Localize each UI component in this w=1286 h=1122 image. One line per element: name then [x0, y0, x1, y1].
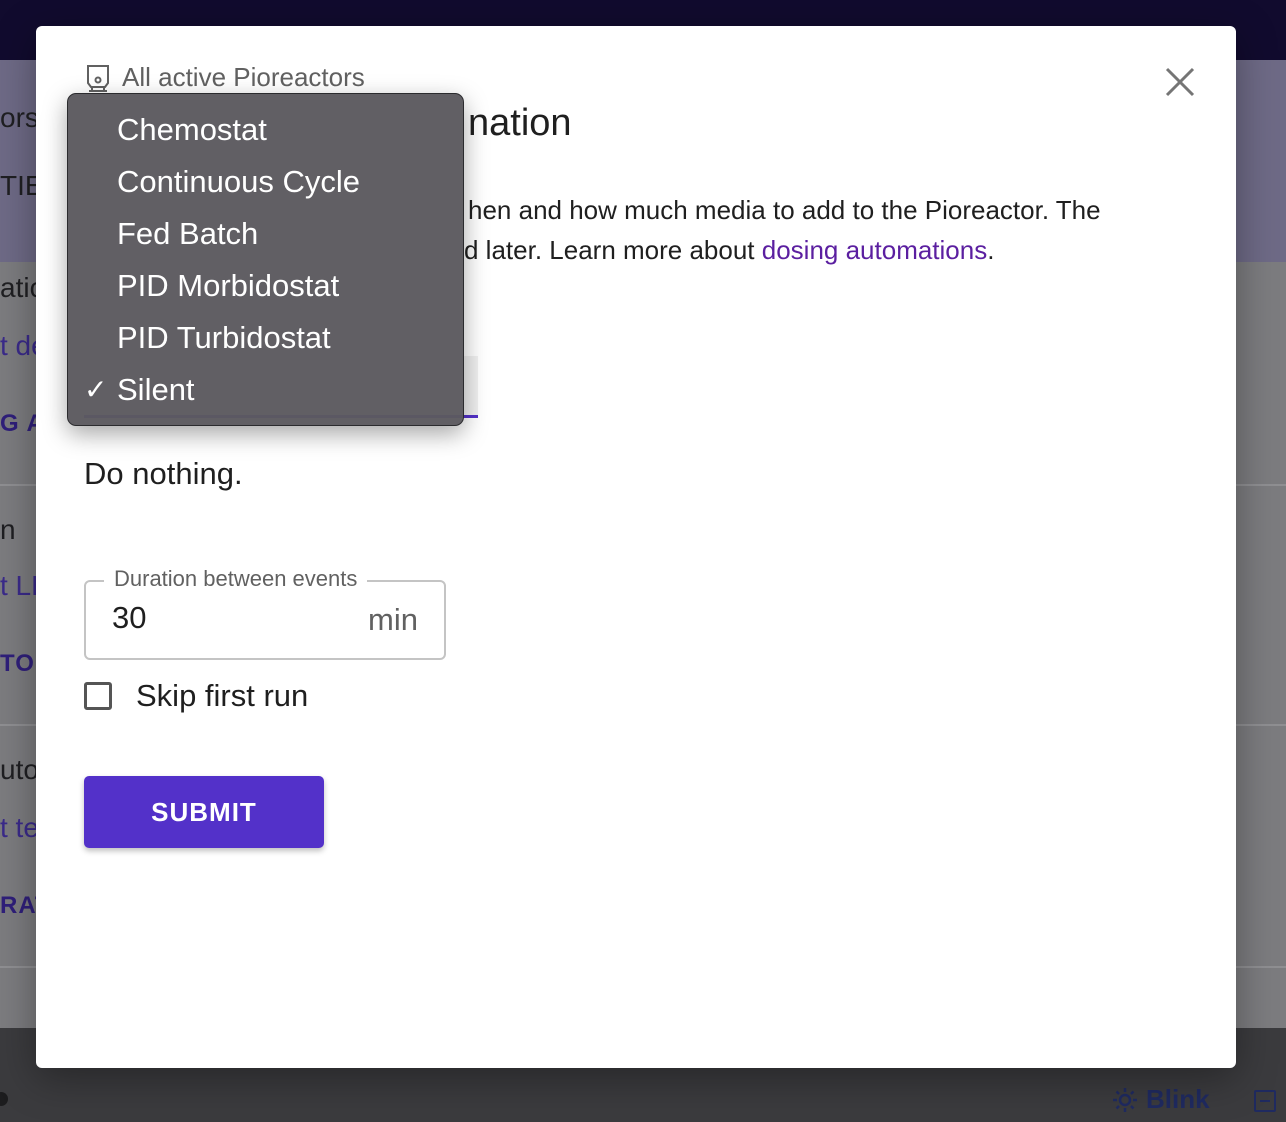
subtitle-text: All active Pioreactors: [122, 62, 365, 92]
blink-button[interactable]: Blink: [1112, 1084, 1210, 1115]
skip-first-run-checkbox[interactable]: Skip first run: [84, 678, 308, 714]
bg-text-fragment: TO: [0, 650, 35, 677]
checkmark-icon: ✓: [84, 374, 108, 405]
bg-text-fragment: ors: [0, 102, 39, 133]
duration-label: Duration between events: [104, 566, 368, 592]
duration-unit: min: [368, 602, 418, 637]
duration-input[interactable]: [112, 600, 332, 636]
bg-text-fragment: n: [0, 514, 16, 545]
checkbox-icon[interactable]: [84, 682, 112, 710]
automation-description: Do nothing.: [84, 456, 243, 491]
dialog-subtitle: All active Pioreactors: [84, 62, 365, 93]
blink-label: Blink: [1146, 1084, 1210, 1114]
submit-button[interactable]: SUBMIT: [84, 776, 324, 848]
collapse-icon[interactable]: [1254, 1090, 1276, 1112]
dropdown-item-pid-morbidostat[interactable]: PID Morbidostat: [68, 260, 463, 312]
dropdown-item-silent[interactable]: ✓ Silent: [68, 364, 463, 416]
skip-first-run-label: Skip first run: [136, 678, 309, 713]
dropdown-item-chemostat[interactable]: Chemostat: [68, 104, 463, 156]
duration-field[interactable]: Duration between events min: [84, 566, 446, 660]
bg-text-fragment: t te: [0, 812, 39, 843]
bg-text-fragment: uto: [0, 754, 39, 785]
pioreactor-icon: [87, 64, 109, 92]
close-button[interactable]: [1160, 62, 1200, 102]
sun-icon: [1113, 1087, 1137, 1112]
dropdown-item-pid-turbidostat[interactable]: PID Turbidostat: [68, 312, 463, 364]
close-icon: [1165, 67, 1195, 97]
dropdown-item-fed-batch[interactable]: Fed Batch: [68, 208, 463, 260]
dropdown-item-continuous-cycle[interactable]: Continuous Cycle: [68, 156, 463, 208]
dosing-automations-link[interactable]: dosing automations: [762, 235, 987, 265]
automation-dropdown-menu: Chemostat Continuous Cycle Fed Batch PID…: [67, 93, 464, 426]
